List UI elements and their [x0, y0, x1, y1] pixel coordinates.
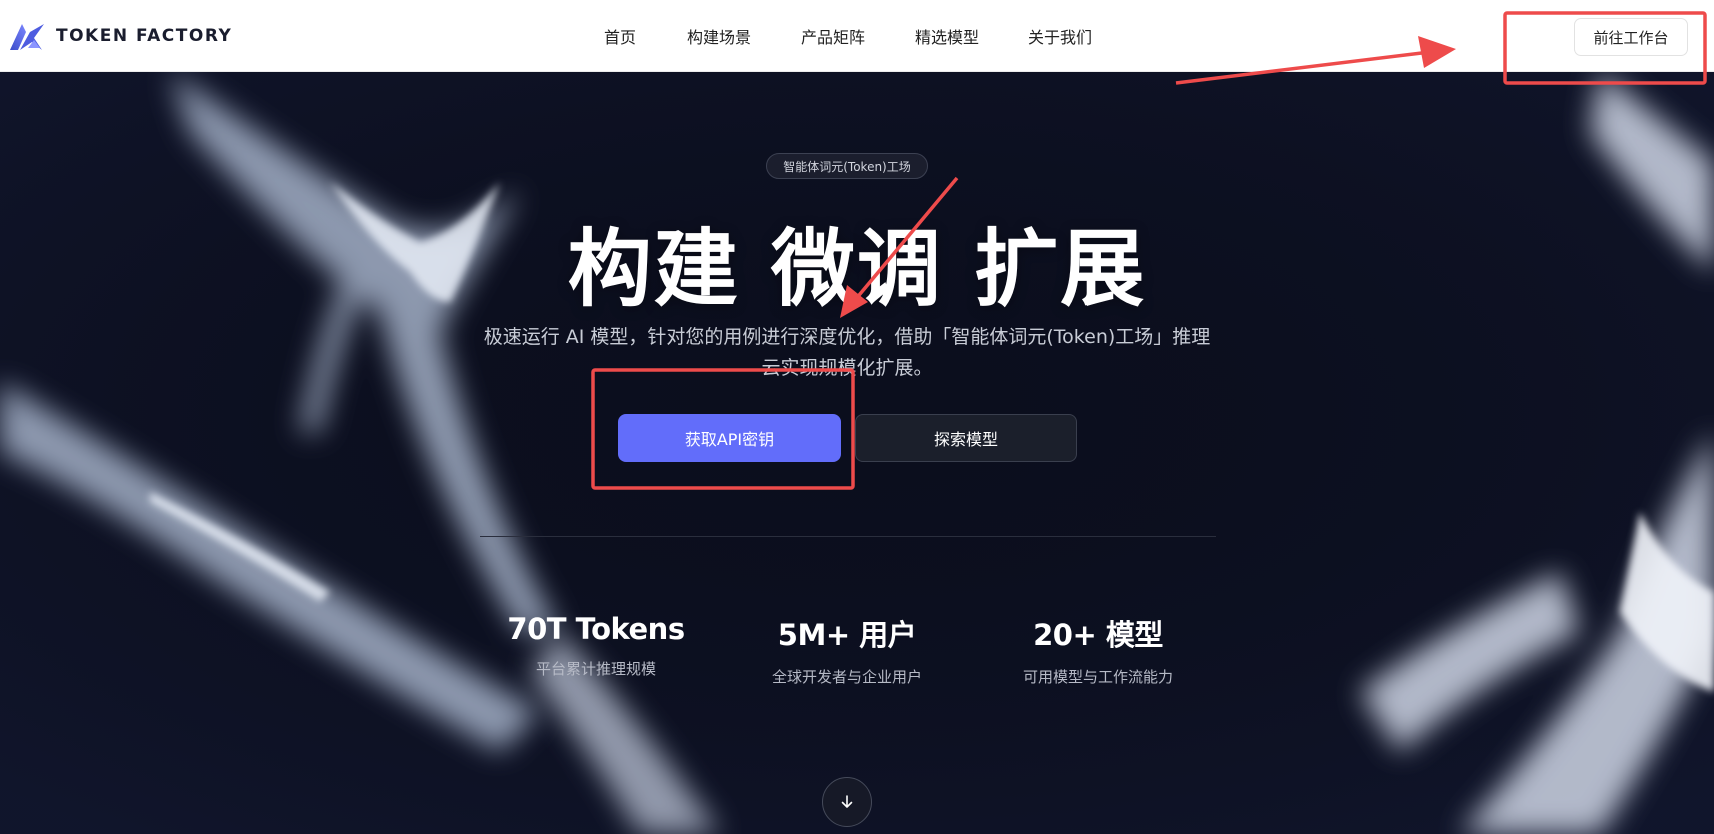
hero-title: 构建 微调 扩展: [567, 220, 1147, 318]
stat-value: 70T Tokens: [507, 612, 685, 646]
nav-item-products[interactable]: 产品矩阵: [801, 24, 865, 48]
page: TOKEN FACTORY 首页 构建场景 产品矩阵 精选模型 关于我们 前往工…: [0, 0, 1714, 834]
stat-tokens: 70T Tokens 平台累计推理规模: [466, 612, 726, 679]
nav-item-about[interactable]: 关于我们: [1028, 24, 1092, 48]
hero-section: 智能体词元(Token)工场 构建 微调 扩展 极速运行 AI 模型，针对您的用…: [0, 72, 1714, 834]
explore-models-button[interactable]: 探索模型: [855, 414, 1077, 462]
nav-item-scenarios[interactable]: 构建场景: [687, 24, 751, 48]
hero-badge: 智能体词元(Token)工场: [766, 153, 928, 179]
stat-label: 平台累计推理规模: [535, 660, 656, 678]
stat-label: 可用模型与工作流能力: [1022, 668, 1173, 686]
stat-models: 20+ 模型 可用模型与工作流能力: [968, 612, 1228, 687]
stat-users: 5M+ 用户 全球开发者与企业用户: [717, 612, 977, 687]
stat-label: 全球开发者与企业用户: [771, 668, 922, 686]
go-to-workbench-button[interactable]: 前往工作台: [1574, 18, 1688, 56]
scroll-down-button[interactable]: [822, 777, 872, 827]
hero-subtitle: 极速运行 AI 模型，针对您的用例进行深度优化，借助「智能体词元(Token)工…: [483, 326, 1211, 379]
arrow-down-icon: [841, 795, 853, 808]
main-nav: 首页 构建场景 产品矩阵 精选模型 关于我们: [0, 0, 1714, 72]
nav-item-models[interactable]: 精选模型: [915, 24, 979, 48]
top-navbar: TOKEN FACTORY 首页 构建场景 产品矩阵 精选模型 关于我们 前往工…: [0, 0, 1714, 72]
get-api-key-button[interactable]: 获取API密钥: [618, 414, 841, 462]
hero-divider: [480, 536, 1216, 537]
stat-value: 5M+ 用户: [777, 618, 917, 652]
nav-item-home[interactable]: 首页: [604, 24, 636, 48]
stat-value: 20+ 模型: [1033, 618, 1163, 652]
